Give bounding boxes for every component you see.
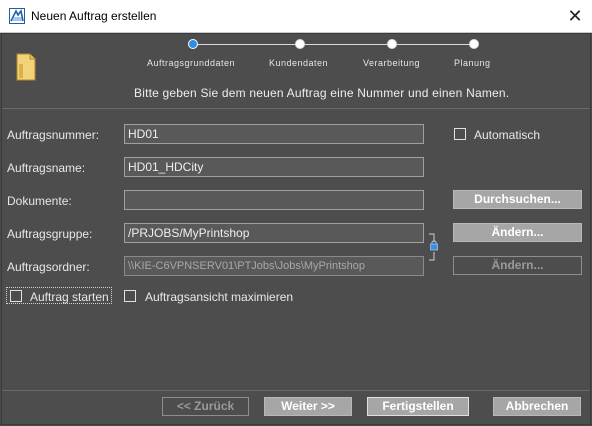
instruction-text: Bitte geben Sie dem neuen Auftrag eine N… [134, 86, 510, 100]
step-label-kundendaten: Kundendaten [269, 58, 329, 68]
app-logo-icon [9, 8, 25, 24]
window-title: Neuen Auftrag erstellen [31, 9, 157, 23]
divider-bottom [2, 390, 590, 391]
auftragsname-input[interactable]: HD01_HDCity [124, 157, 424, 177]
title-bar: Neuen Auftrag erstellen ✕ [0, 0, 592, 33]
document-folder-icon [16, 53, 36, 81]
auftragsordner-aendern-button: Ändern... [453, 256, 582, 275]
finish-button[interactable]: Fertigstellen [367, 397, 469, 416]
dokumente-input[interactable] [124, 190, 424, 210]
step-dot-auftragsgrunddaten [188, 39, 198, 49]
step-label-verarbeitung: Verarbeitung [363, 58, 421, 68]
label-auftragsordner: Auftragsordner: [7, 260, 90, 274]
label-auftragsname: Auftragsname: [7, 161, 86, 175]
auftragsgruppe-input[interactable]: /PRJOBS/MyPrintshop [124, 223, 424, 243]
auftragsgruppe-aendern-button[interactable]: Ändern... [453, 223, 582, 242]
step-dot-kundendaten [295, 39, 305, 49]
label-auftragsnummer: Auftragsnummer: [7, 128, 100, 142]
label-dokumente: Dokumente: [7, 194, 72, 208]
label-auftragsgruppe: Auftragsgruppe: [7, 227, 93, 241]
ansicht-maximieren-label[interactable]: Auftragsansicht maximieren [145, 290, 293, 304]
durchsuchen-button[interactable]: Durchsuchen... [453, 190, 582, 209]
back-button: << Zurück [162, 397, 249, 416]
ansicht-maximieren-checkbox[interactable] [124, 290, 136, 302]
auftragsnummer-input[interactable]: HD01 [124, 124, 424, 144]
divider-top [2, 108, 590, 109]
auftragsordner-input: \\KIE-C6VPNSERV01\PTJobs\Jobs\MyPrintsho… [124, 256, 424, 276]
step-label-planung: Planung [454, 58, 491, 68]
cancel-button[interactable]: Abbrechen [493, 397, 581, 416]
step-label-auftragsgrunddaten: Auftragsgrunddaten [147, 58, 236, 68]
automatisch-checkbox[interactable] [454, 128, 466, 140]
next-button[interactable]: Weiter >> [264, 397, 352, 416]
auftrag-starten-checkbox[interactable] [10, 290, 22, 302]
auftrag-starten-label[interactable]: Auftrag starten [30, 290, 109, 304]
automatisch-label[interactable]: Automatisch [474, 128, 540, 142]
step-dot-planung [469, 39, 479, 49]
step-dot-verarbeitung [387, 39, 397, 49]
step-connector [193, 44, 474, 45]
close-icon[interactable]: ✕ [560, 5, 590, 27]
lock-link-icon[interactable] [428, 230, 440, 264]
